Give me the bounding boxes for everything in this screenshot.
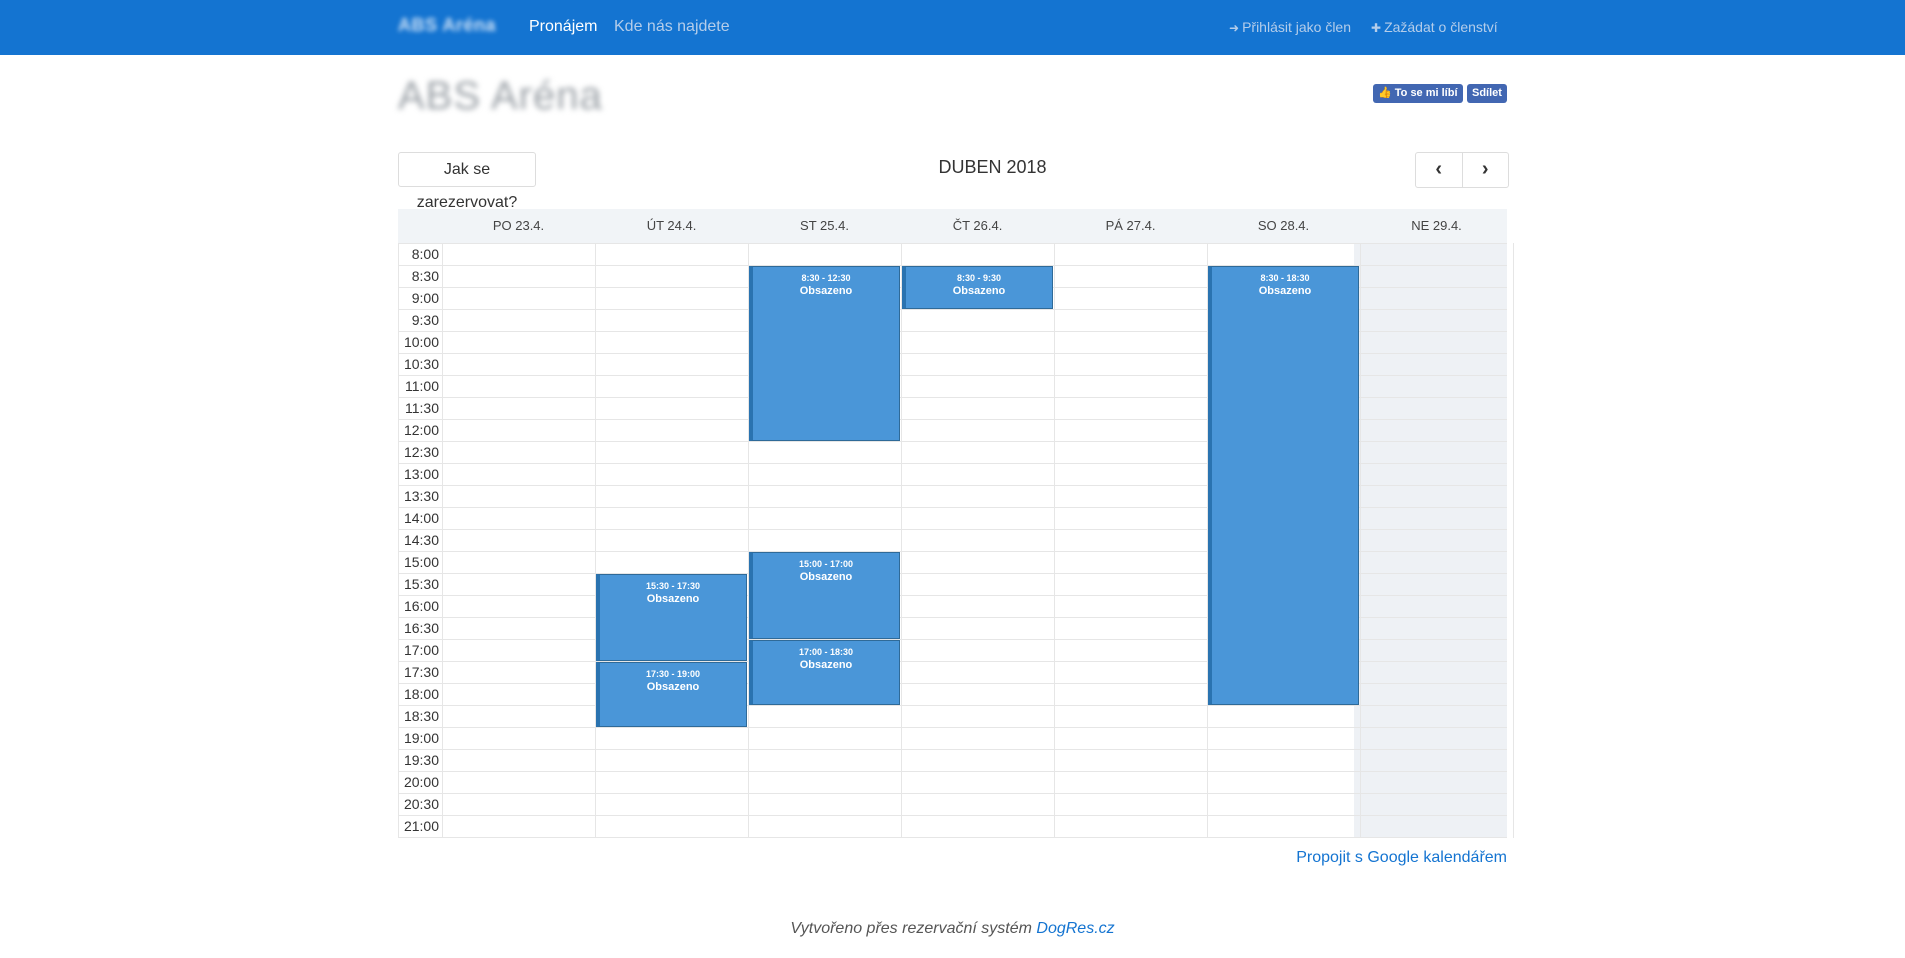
event-time: 17:30 - 19:00 [645, 669, 701, 679]
dogres-link[interactable]: DogRes.cz [1036, 920, 1114, 937]
google-calendar-link[interactable]: Propojit s Google kalendářem [1296, 849, 1507, 867]
time-label: 12:30 [403, 444, 439, 460]
time-label: 10:30 [403, 356, 439, 372]
time-label: 14:30 [403, 532, 439, 548]
time-label: 20:30 [403, 796, 439, 812]
nav-link-kde-nas-najdete[interactable]: Kde nás najdete [614, 18, 730, 36]
plus-icon: ✚ [1371, 21, 1382, 35]
event-title: Obsazeno [799, 285, 853, 297]
time-label: 16:30 [403, 620, 439, 636]
month-navigation: ‹ › [1415, 152, 1509, 188]
event-title: Obsazeno [799, 659, 853, 671]
booking-event[interactable]: 8:30 - 12:30 Obsazeno [749, 266, 900, 441]
grid-row-line [398, 727, 1507, 728]
time-label: 18:00 [403, 686, 439, 702]
grid-row-line [398, 705, 1507, 706]
footer: Vytvořeno přes rezervační systém DogRes.… [0, 920, 1905, 938]
week-calendar: PO 23.4. ÚT 24.4. ST 25.4. ČT 26.4. PÁ 27.4.… [398, 209, 1514, 838]
grid-row-line [398, 837, 1507, 838]
event-title: Obsazeno [646, 593, 700, 605]
time-label: 19:30 [403, 752, 439, 768]
time-label: 9:00 [411, 290, 439, 306]
event-time: 17:00 - 18:30 [798, 647, 854, 657]
time-label: 15:30 [403, 576, 439, 592]
booking-event[interactable]: 8:30 - 9:30 Obsazeno [902, 266, 1053, 309]
event-time: 8:30 - 18:30 [1260, 273, 1310, 283]
time-label: 14:00 [403, 510, 439, 526]
time-label: 10:00 [403, 334, 439, 350]
how-to-reserve-button[interactable]: Jak se zarezervovat? [398, 152, 536, 211]
time-label: 12:00 [403, 422, 439, 438]
event-title: Obsazeno [646, 681, 700, 693]
event-time: 8:30 - 12:30 [801, 273, 851, 283]
day-header: PÁ 27.4. [1105, 218, 1156, 233]
day-header: SO 28.4. [1257, 218, 1310, 233]
time-label: 11:00 [405, 378, 439, 394]
grid-row-line [398, 815, 1507, 816]
event-time: 8:30 - 9:30 [956, 273, 1002, 283]
time-label: 8:30 [411, 268, 439, 284]
navbar: ABS Aréna Pronájem Kde nás najdete ➜ Přih… [0, 0, 1905, 55]
nav-link-pronajem[interactable]: Pronájem [529, 18, 597, 36]
booking-event[interactable]: 15:00 - 17:00 Obsazeno [749, 552, 900, 639]
booking-event[interactable]: 15:30 - 17:30 Obsazeno [596, 574, 747, 661]
footer-text: Vytvořeno přes rezervační systém [790, 920, 1032, 937]
thumbs-up-icon: 👍 [1378, 87, 1392, 99]
grid-column-line [1513, 243, 1514, 838]
month-title: DUBEN 2018 [938, 157, 1047, 177]
calendar-header: PO 23.4. ÚT 24.4. ST 25.4. ČT 26.4. PÁ 27.4.… [398, 209, 1507, 243]
time-label: 8:00 [411, 246, 439, 262]
day-header: PO 23.4. [492, 218, 545, 233]
time-label: 9:30 [411, 312, 439, 328]
time-label: 18:30 [403, 708, 439, 724]
grid-row-line [398, 793, 1507, 794]
time-label: 13:00 [403, 466, 439, 482]
time-label: 17:00 [403, 642, 439, 658]
event-time: 15:30 - 17:30 [645, 581, 701, 591]
grid-row-line [398, 749, 1507, 750]
day-header: ST 25.4. [800, 218, 849, 233]
booking-event[interactable]: 17:30 - 19:00 Obsazeno [596, 662, 747, 727]
prev-month-button[interactable]: ‹ [1416, 153, 1463, 187]
request-membership-link[interactable]: ✚ Zažádat o členství [1371, 19, 1498, 35]
time-label: 15:00 [403, 554, 439, 570]
time-label: 21:00 [403, 818, 439, 834]
event-title: Obsazeno [952, 285, 1006, 297]
day-header: ÚT 24.4. [646, 218, 697, 233]
time-label: 11:30 [405, 400, 439, 416]
sign-in-icon: ➜ [1229, 21, 1240, 35]
event-time: 15:00 - 17:00 [798, 559, 854, 569]
booking-event[interactable]: 8:30 - 18:30 Obsazeno [1208, 266, 1359, 705]
grid-row-line [398, 243, 1507, 244]
time-label: 16:00 [403, 598, 439, 614]
time-label: 17:30 [403, 664, 439, 680]
event-title: Obsazeno [1258, 285, 1312, 297]
next-month-button[interactable]: › [1463, 153, 1509, 187]
login-link[interactable]: ➜ Přihlásit jako člen [1229, 19, 1351, 35]
facebook-share-button[interactable]: Sdílet [1467, 84, 1507, 103]
brand-logo[interactable]: ABS Aréna [398, 15, 496, 36]
time-label: 13:30 [403, 488, 439, 504]
facebook-like-button[interactable]: 👍 To se mi líbí [1373, 84, 1463, 103]
day-header: ČT 26.4. [952, 218, 1003, 233]
page-title: ABS Aréna [398, 74, 603, 118]
grid-row-line [398, 771, 1507, 772]
booking-event[interactable]: 17:00 - 18:30 Obsazeno [749, 640, 900, 705]
day-header: NE 29.4. [1411, 218, 1462, 233]
time-label: 19:00 [403, 730, 439, 746]
event-title: Obsazeno [799, 571, 853, 583]
time-label: 20:00 [403, 774, 439, 790]
